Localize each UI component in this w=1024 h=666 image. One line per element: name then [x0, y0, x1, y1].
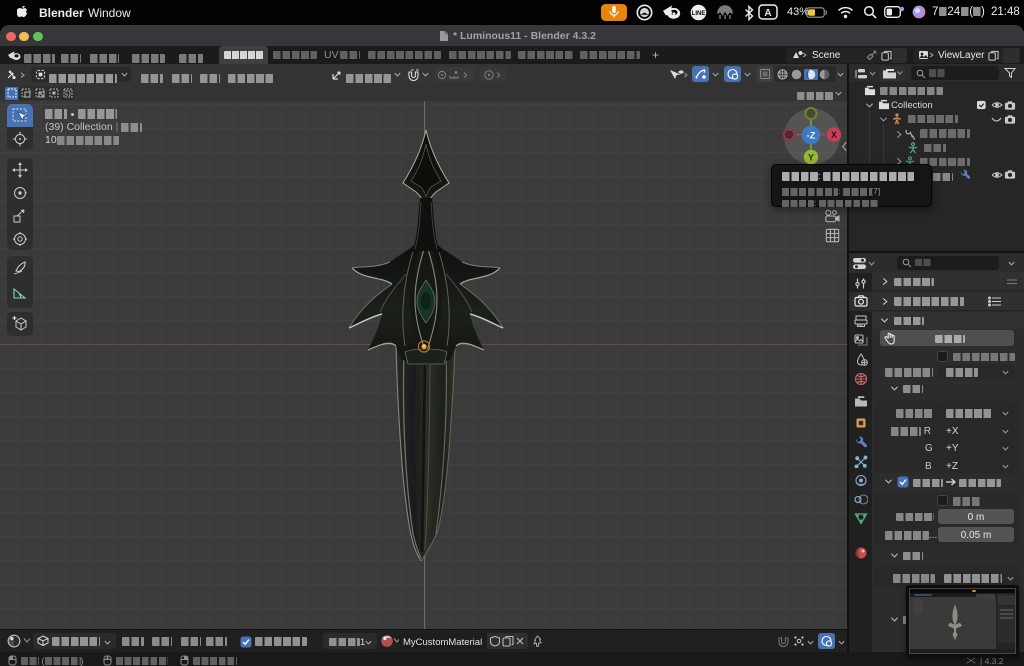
- svg-text:X: X: [831, 130, 837, 140]
- svg-text:LINE: LINE: [692, 11, 706, 17]
- svg-text:-Z: -Z: [807, 131, 816, 142]
- svg-text:Y: Y: [808, 152, 814, 162]
- svg-text:A: A: [764, 8, 771, 19]
